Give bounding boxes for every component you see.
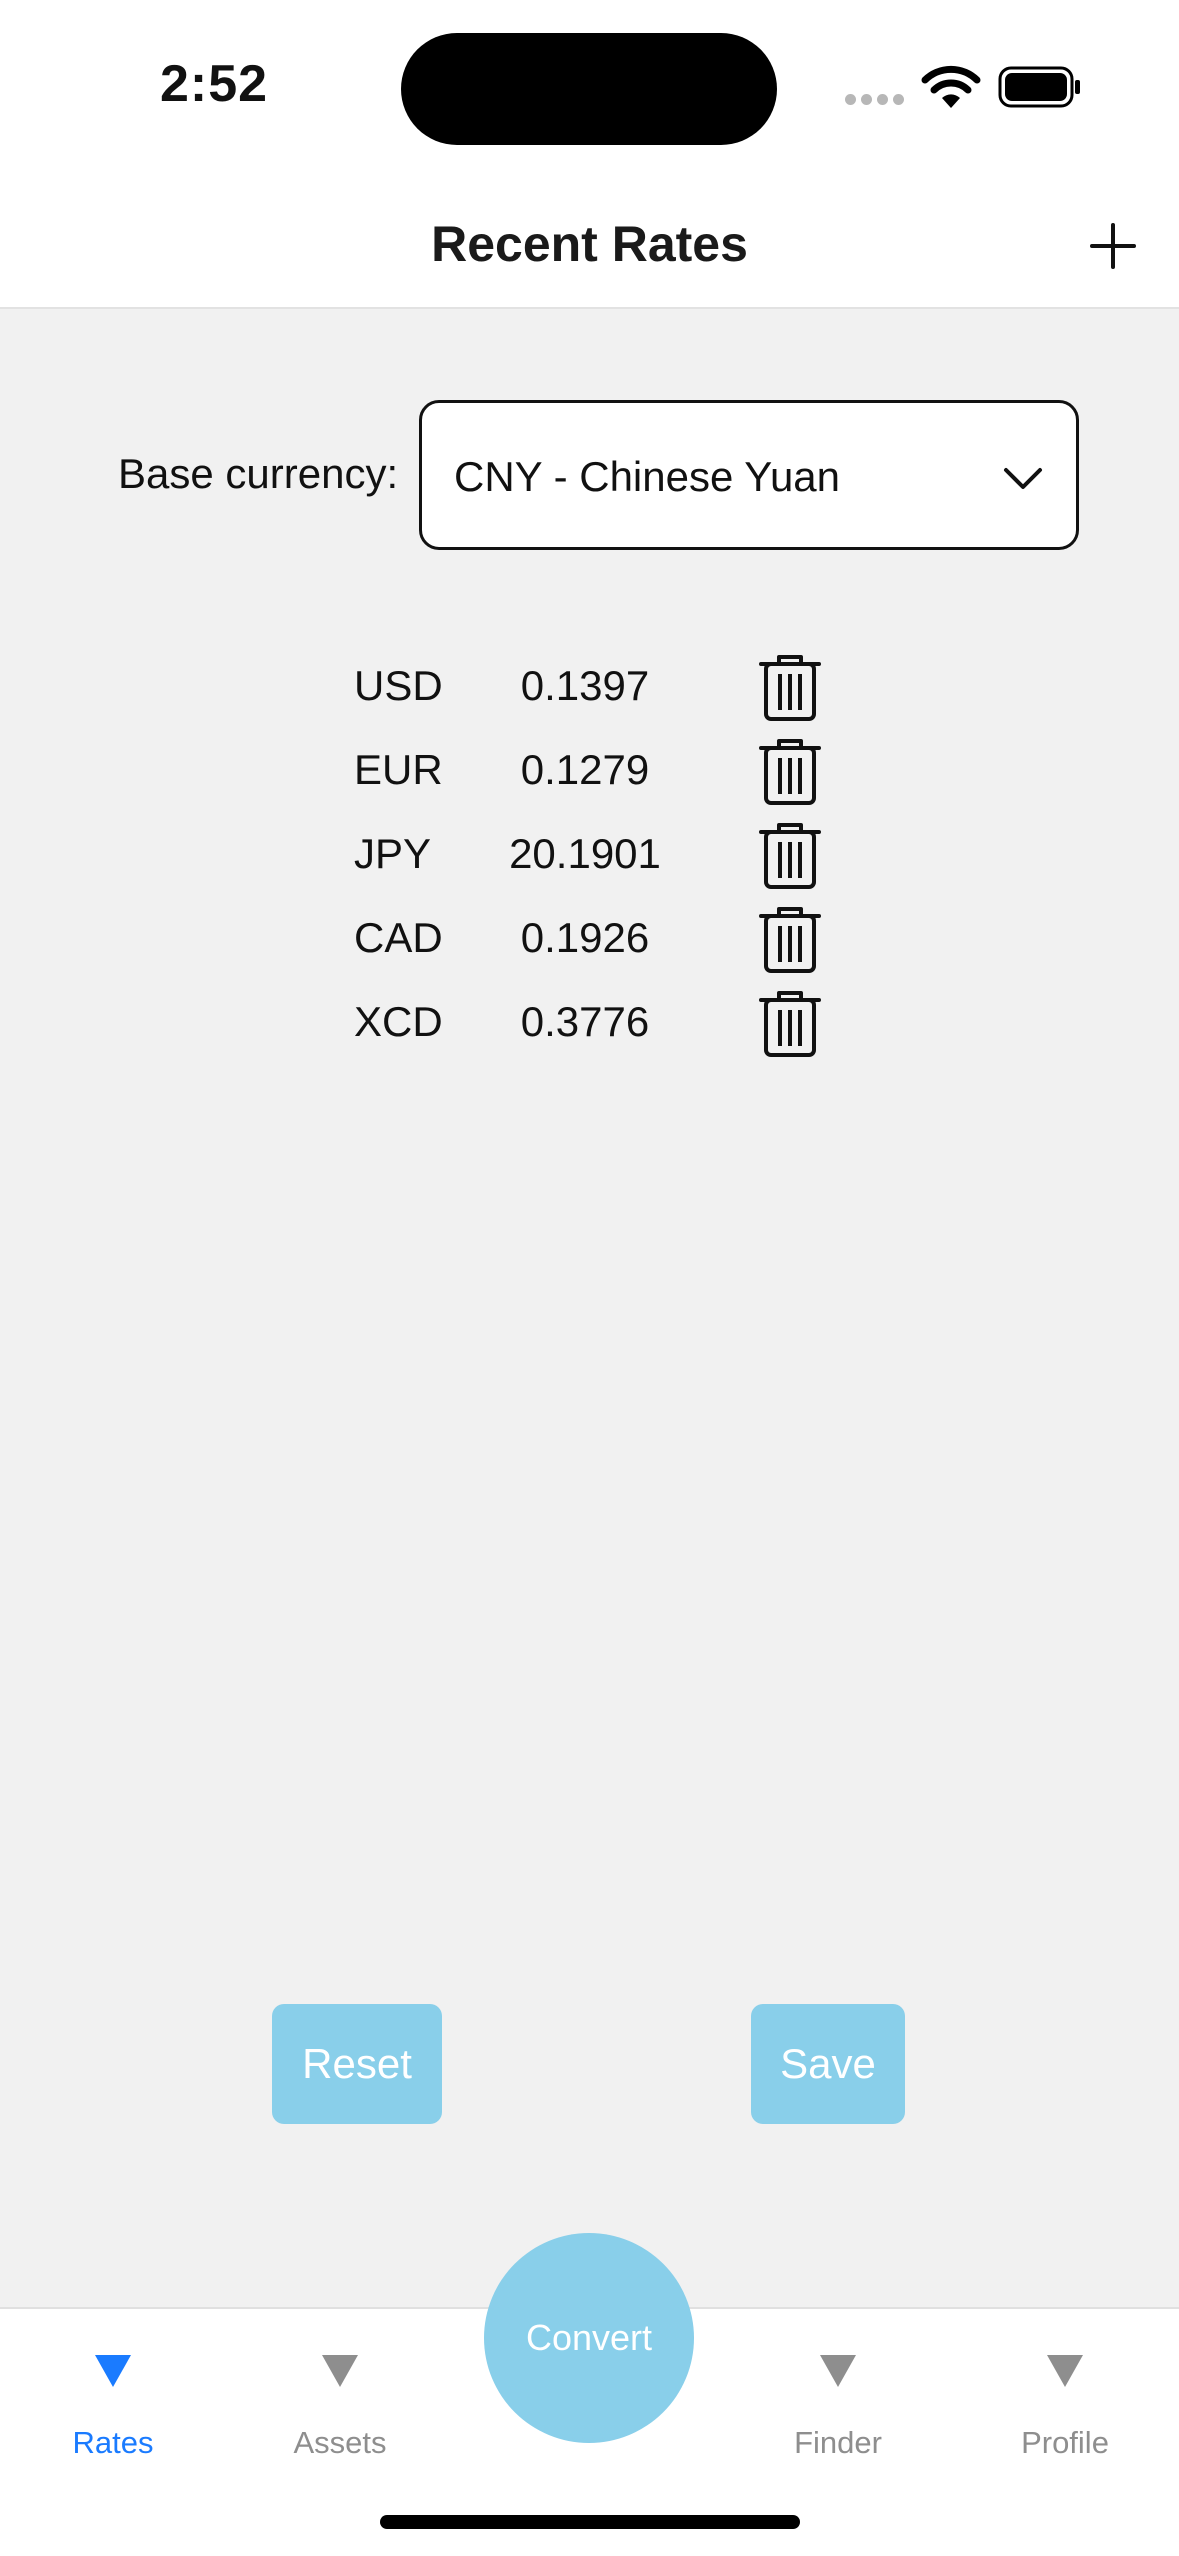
base-currency-value: CNY - Chinese Yuan: [454, 453, 841, 500]
rate-value: 0.1279: [520, 746, 650, 793]
convert-button[interactable]: Convert: [484, 2233, 694, 2443]
rate-row: XCD 0.3776: [0, 978, 1179, 1062]
triangle-down-icon: [322, 2355, 358, 2387]
triangle-down-icon: [1047, 2355, 1083, 2387]
tab-rates[interactable]: Rates: [23, 2339, 203, 2479]
page-title: Recent Rates: [431, 216, 748, 272]
trash-icon[interactable]: [755, 652, 825, 722]
home-indicator: [380, 2515, 800, 2529]
trash-icon[interactable]: [755, 736, 825, 806]
reset-button[interactable]: Reset: [272, 2004, 442, 2124]
chevron-down-icon: [1004, 468, 1042, 489]
base-currency-label: Base currency:: [118, 450, 399, 497]
plus-icon[interactable]: [1080, 213, 1146, 279]
rate-code: EUR: [354, 746, 443, 793]
status-bar: 2:52: [0, 0, 1179, 175]
trash-icon[interactable]: [755, 904, 825, 974]
wifi-icon: [921, 65, 981, 108]
save-button[interactable]: Save: [751, 2004, 905, 2124]
rate-code: USD: [354, 662, 443, 709]
triangle-down-icon: [95, 2355, 131, 2387]
tab-profile[interactable]: Profile: [975, 2339, 1155, 2479]
rate-value: 20.1901: [509, 830, 661, 877]
rate-row: USD 0.1397: [0, 642, 1179, 726]
rate-code: XCD: [354, 998, 443, 1045]
rate-row: EUR 0.1279: [0, 726, 1179, 810]
rate-code: JPY: [354, 830, 432, 877]
trash-icon[interactable]: [755, 820, 825, 890]
rate-value: 0.1397: [520, 662, 650, 709]
tab-finder[interactable]: Finder: [748, 2339, 928, 2479]
tab-label: Profile: [1021, 2425, 1109, 2460]
status-time: 2:52: [160, 55, 269, 113]
trash-icon[interactable]: [755, 988, 825, 1058]
triangle-down-icon: [820, 2355, 856, 2387]
rate-value: 0.3776: [520, 998, 650, 1045]
base-currency-dropdown[interactable]: CNY - Chinese Yuan: [419, 400, 1079, 550]
rate-row: CAD 0.1926: [0, 894, 1179, 978]
rate-value: 0.1926: [520, 914, 650, 961]
dynamic-island: [401, 33, 777, 145]
tab-label: Rates: [72, 2425, 154, 2460]
tab-label: Finder: [794, 2425, 882, 2460]
nav-header: Recent Rates: [0, 175, 1179, 309]
rate-row: JPY 20.1901: [0, 810, 1179, 894]
rate-code: CAD: [354, 914, 443, 961]
tab-label: Assets: [293, 2425, 387, 2460]
battery-icon: [998, 66, 1080, 108]
cellular-signal-icon: [845, 94, 905, 108]
tab-assets[interactable]: Assets: [250, 2339, 430, 2479]
